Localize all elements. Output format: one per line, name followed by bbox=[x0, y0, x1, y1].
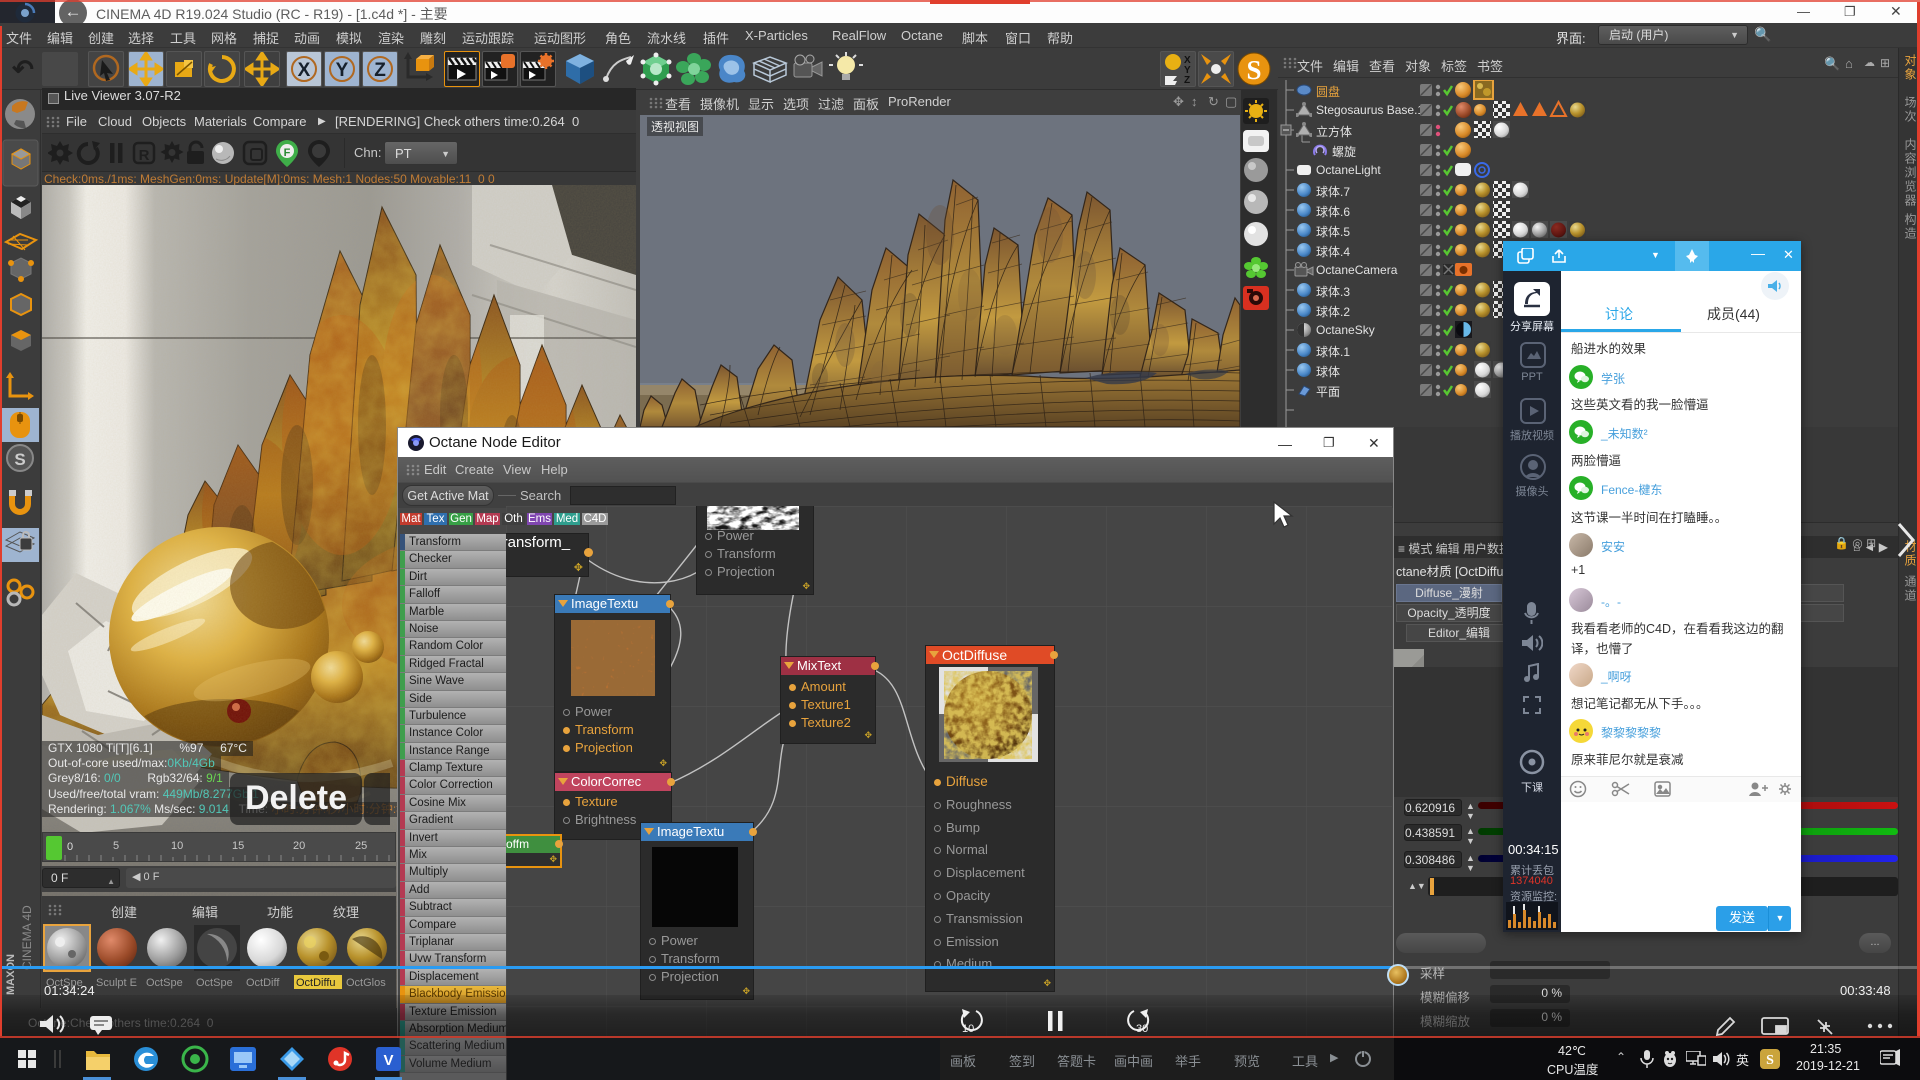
svg-text:X: X bbox=[298, 60, 311, 81]
svg-text:10: 10 bbox=[962, 1023, 974, 1035]
svg-text:OctGlos: OctGlos bbox=[346, 977, 386, 989]
svg-text:OctDiffu: OctDiffu bbox=[296, 977, 336, 989]
svg-text:30: 30 bbox=[1136, 1023, 1148, 1035]
svg-text:Z: Z bbox=[374, 60, 386, 81]
svg-text:R: R bbox=[139, 147, 150, 164]
svg-text:Sculpt E: Sculpt E bbox=[96, 977, 137, 989]
svg-text:20: 20 bbox=[293, 840, 305, 852]
svg-text:10: 10 bbox=[171, 840, 183, 852]
svg-text:S: S bbox=[1766, 1053, 1774, 1068]
svg-text:OctSpe: OctSpe bbox=[196, 977, 233, 989]
svg-text:MAXON: MAXON bbox=[5, 954, 17, 995]
svg-text:Y: Y bbox=[336, 60, 349, 81]
svg-text:F: F bbox=[284, 147, 291, 159]
svg-text:OctDiff: OctDiff bbox=[246, 977, 280, 989]
svg-text:CINEMA 4D: CINEMA 4D bbox=[20, 905, 34, 970]
svg-text:25: 25 bbox=[355, 840, 367, 852]
svg-text:OctSpe: OctSpe bbox=[146, 977, 183, 989]
svg-text:V: V bbox=[383, 1052, 393, 1069]
svg-text:5: 5 bbox=[113, 840, 119, 852]
svg-text:Z: Z bbox=[1184, 75, 1190, 86]
svg-text:S: S bbox=[14, 450, 25, 469]
svg-text:S: S bbox=[1246, 55, 1261, 85]
svg-text:15: 15 bbox=[232, 840, 244, 852]
